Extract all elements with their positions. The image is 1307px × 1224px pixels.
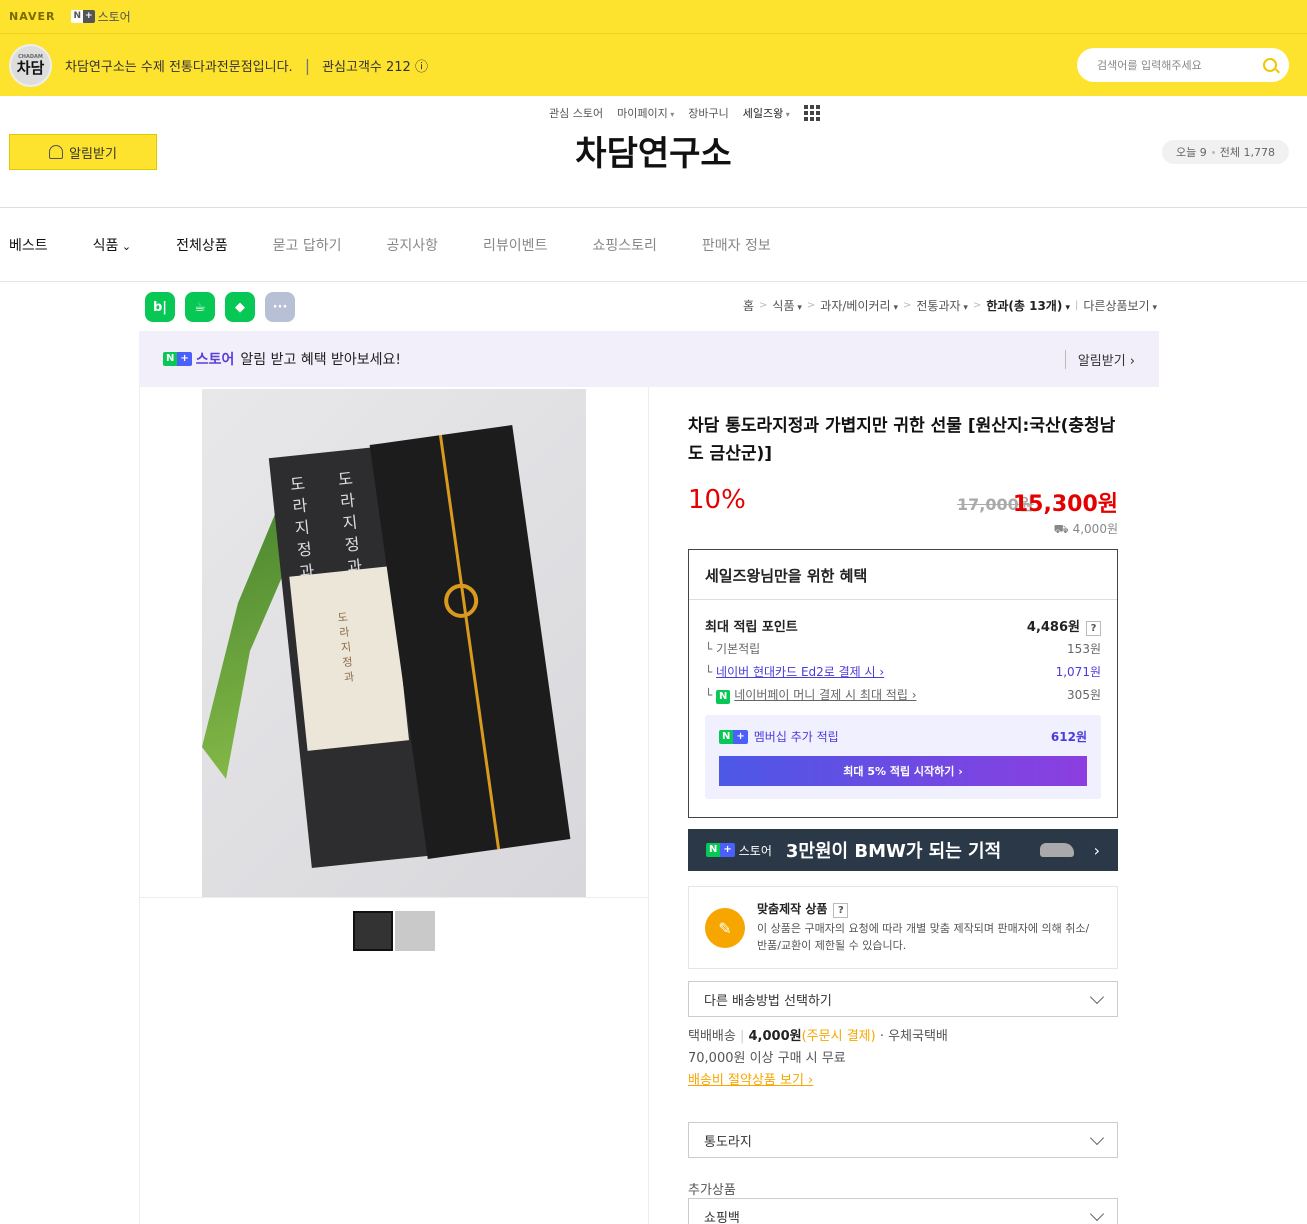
thumbnail-2[interactable]: [395, 911, 435, 951]
crumb-home[interactable]: 홈: [743, 297, 754, 314]
truck-icon: ⛟: [1053, 522, 1073, 536]
membership-value: 612원: [1050, 730, 1087, 744]
image-panel: 도라지정과 도라지정과 도라지정과: [139, 387, 649, 1224]
crumb-hangwa[interactable]: 한과(총 13개): [986, 297, 1070, 314]
crumb-traditional[interactable]: 전통과자: [916, 297, 968, 314]
thumbnail-list: [353, 911, 435, 951]
thumbnail-1[interactable]: [353, 911, 393, 951]
product-title: 차담 통도라지정과 가볍지만 귀한 선물 [원산지:국산(충청남도 금산군)]: [688, 416, 1116, 464]
breadcrumb: 홈> 식품> 과자/베이커리> 전통과자> 한과(총 13개)| 다른상품보기: [743, 297, 1157, 314]
store-logo[interactable]: CHADAM 차담: [9, 43, 52, 87]
option-select[interactable]: 통도라지: [688, 1122, 1118, 1158]
custom-desc: 이 상품은 구매자의 요청에 따라 개별 맞춤 제작되며 판매자에 의해 취소/…: [757, 922, 1090, 952]
nav-shopping-story[interactable]: 쇼핑스토리: [592, 235, 656, 255]
store-label: 스토어: [97, 10, 131, 24]
add-product-label: 추가상품: [688, 1183, 736, 1198]
delivery-method-select[interactable]: 다른 배송방법 선택하기: [688, 981, 1118, 1017]
store-bar: CHADAM 차담 차담연구소는 수제 전통다과전문점입니다. | 관심고객수 …: [0, 33, 1307, 96]
saving-products-link[interactable]: 배송비 절약상품 보기 ›: [688, 1070, 948, 1092]
nav-seller-info[interactable]: 판매자 정보: [702, 235, 771, 255]
nav-notice[interactable]: 공지사항: [387, 235, 439, 255]
basic-point-row: └ 기본적립 153원: [705, 642, 1101, 656]
bmw-text: 3만원이 BMW가 되는 기적: [785, 841, 1002, 862]
bmw-banner[interactable]: N + 스토어 3만원이 BMW가 되는 기적 ›: [688, 829, 1118, 871]
category-nav: 베스트 식품 전체상품 묻고 답하기 공지사항 리뷰이벤트 쇼핑스토리 판매자 …: [0, 208, 1307, 282]
max-point-row: 최대 적립 포인트 4,486원?: [705, 616, 1101, 636]
knot-ornament: [441, 581, 481, 621]
chevron-down-icon: [1089, 989, 1105, 1004]
discount-rate: 10%: [688, 485, 746, 515]
promo-text: 알림 받고 혜택 받아보세요!: [240, 352, 402, 368]
nplus-badge-icon: N +: [71, 10, 95, 23]
custom-title: 맞춤제작 상품?: [757, 900, 849, 918]
search-icon[interactable]: [1263, 58, 1277, 72]
search-input[interactable]: 검색어를 입력해주세요: [1077, 48, 1289, 82]
nav-review-event[interactable]: 리뷰이벤트: [483, 235, 547, 255]
card-point-row[interactable]: └ 네이버 현대카드 Ed2로 결제 시 › 1,071원: [705, 663, 1101, 680]
car-icon: [1039, 843, 1074, 857]
nplus-badge-icon: N +: [706, 843, 735, 857]
benefit-header: 세일즈왕님만을 위한 혜택: [689, 550, 1117, 600]
membership-box: N + 멤버십 추가 적립 612원 최대 5% 적립 시작하기 ›: [705, 715, 1101, 799]
chevron-right-icon: ›: [1093, 840, 1100, 860]
custom-made-notice: ✎ 맞춤제작 상품? 이 상품은 구매자의 요청에 따라 개별 맞춤 제작되며 …: [688, 886, 1118, 969]
promo-banner: N + 스토어 알림 받고 혜택 받아보세요! 알림받기 ›: [139, 331, 1159, 387]
help-icon[interactable]: ?: [1086, 621, 1101, 636]
nplus-badge-icon: N +: [719, 729, 748, 744]
fan-count[interactable]: 관심고객수 212 ⓘ: [322, 56, 428, 75]
sale-price: 15,300원: [1012, 492, 1118, 517]
store-header: 알림받기 차담연구소 오늘 9 전체 1,778: [0, 96, 1307, 208]
naver-logo[interactable]: NAVER: [9, 10, 55, 23]
nav-qna[interactable]: 묻고 답하기: [273, 235, 342, 255]
npay-icon: N: [716, 690, 731, 704]
nplus-store-logo[interactable]: N + 스토어: [71, 8, 131, 25]
global-topbar: NAVER N+ 스토어 관심 스토어 마이페이지 장바구니 세일즈왕: [0, 0, 1307, 121]
nplus-badge-icon: N +: [163, 352, 192, 366]
store-description: 차담연구소는 수제 전통다과전문점입니다.: [65, 59, 293, 75]
crumb-food[interactable]: 식품: [772, 297, 801, 314]
nav-food[interactable]: 식품: [93, 235, 131, 255]
nav-all-products[interactable]: 전체상품: [176, 235, 228, 255]
other-products-dropdown[interactable]: 다른상품보기: [1083, 297, 1157, 314]
band-share-icon[interactable]: ◆: [225, 292, 255, 322]
top-yellow-area: NAVER N+ 스토어 관심 스토어 마이페이지 장바구니 세일즈왕 CHAD…: [0, 0, 1307, 121]
visitor-count: 오늘 9 전체 1,778: [1162, 140, 1289, 164]
shipping-fee: ⛟ 4,000원: [1053, 522, 1118, 536]
cafe-share-icon[interactable]: ☕: [185, 292, 215, 322]
pay-point-row[interactable]: └ N 네이버페이 머니 결제 시 최대 적립 › 305원: [705, 686, 1101, 704]
promo-alarm-link[interactable]: 알림받기 ›: [1064, 349, 1135, 369]
membership-start-button[interactable]: 최대 5% 적립 시작하기 ›: [719, 756, 1087, 786]
help-icon[interactable]: ?: [833, 903, 849, 918]
product-photo[interactable]: 도라지정과 도라지정과 도라지정과: [202, 389, 586, 897]
nav-best[interactable]: 베스트: [9, 235, 48, 255]
chevron-down-icon: [1089, 1206, 1105, 1221]
thumb-divider: [140, 897, 649, 898]
chevron-down-icon: [1089, 1130, 1105, 1145]
share-buttons: b| ☕ ◆ ···: [145, 292, 295, 322]
shipping-info: 택배배송 | 4,000원(주문시 결제) · 우체국택배 70,000원 이상…: [688, 1026, 948, 1092]
blog-share-icon[interactable]: b|: [145, 292, 175, 322]
crumb-bakery[interactable]: 과자/베이커리: [820, 297, 898, 314]
store-title[interactable]: 차담연구소: [0, 126, 1307, 175]
edit-icon: ✎: [705, 908, 745, 948]
search-placeholder: 검색어를 입력해주세요: [1097, 59, 1202, 72]
benefit-box: 세일즈왕님만을 위한 혜택 최대 적립 포인트 4,486원? └ 기본적립 15…: [688, 549, 1118, 818]
promo-store: 스토어: [195, 352, 235, 368]
more-share-icon[interactable]: ···: [265, 292, 295, 322]
add-product-select[interactable]: 쇼핑백: [688, 1198, 1118, 1224]
divider: |: [304, 55, 311, 75]
